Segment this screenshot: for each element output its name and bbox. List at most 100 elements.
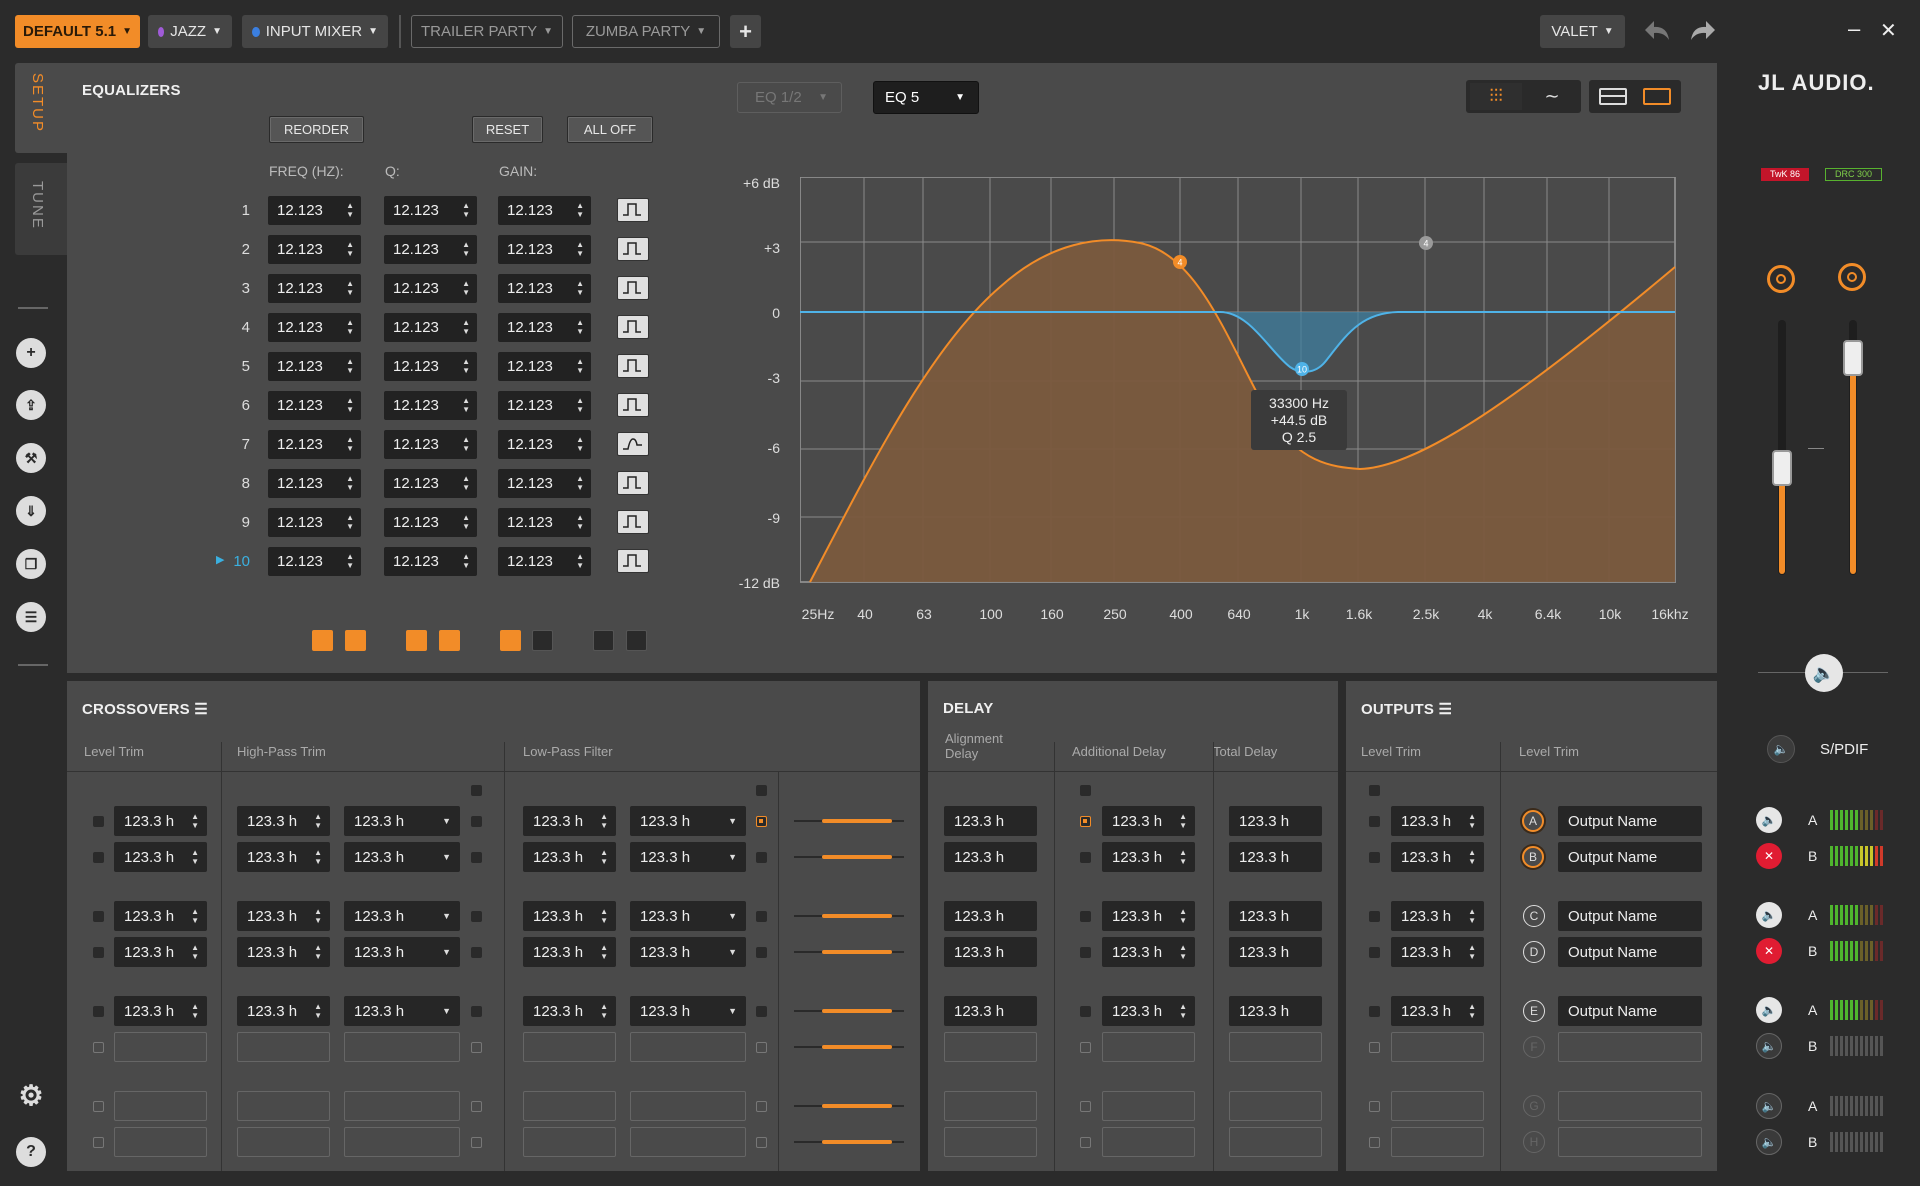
hp-trim-input[interactable]: 123.3 h ▲ ▼ (237, 901, 330, 931)
stepper-arrows-icon[interactable]: ▲ ▼ (576, 201, 584, 219)
level-trim-checkbox[interactable] (93, 911, 104, 922)
stepper-arrows-icon[interactable]: ▲ ▼ (1468, 1002, 1476, 1020)
channel-badge-d[interactable]: D (1523, 941, 1545, 963)
stepper-arrows-icon[interactable]: ▲ ▼ (1468, 943, 1476, 961)
hp-checkbox[interactable] (471, 1006, 482, 1017)
eq-gain-input[interactable]: 12.123 ▲ ▼ (498, 274, 591, 303)
alignment-delay-input[interactable]: 123.3 h (944, 842, 1037, 872)
total-delay-input[interactable]: 123.3 h (1229, 901, 1322, 931)
stepper-arrows-icon[interactable]: ▲ ▼ (576, 513, 584, 531)
filter-shape-button[interactable] (617, 237, 649, 261)
eq-gain-input[interactable]: 12.123 ▲ ▼ (498, 430, 591, 459)
hp-slope-dropdown[interactable]: 123.3 h ▼ (344, 806, 460, 836)
sliders-view-icon[interactable]: ⫶⫶⫶ (1470, 83, 1522, 110)
stepper-arrows-icon[interactable]: ▲ ▼ (314, 907, 322, 925)
additional-delay-empty[interactable] (1102, 1127, 1195, 1157)
level-trim-empty[interactable] (114, 1127, 207, 1157)
redo-icon[interactable] (1688, 18, 1718, 44)
hp-checkbox[interactable] (471, 911, 482, 922)
hp-slope-dropdown[interactable]: 123.3 h ▼ (344, 842, 460, 872)
hp-checkbox[interactable] (471, 1137, 482, 1148)
lp-slope-empty[interactable] (630, 1091, 746, 1121)
output-header-checkbox[interactable] (1369, 785, 1380, 796)
speaker-icon[interactable]: 🔈 (1756, 902, 1782, 928)
lp-checkbox[interactable] (756, 947, 767, 958)
level-trim-checkbox[interactable] (93, 1101, 104, 1112)
additional-delay-checkbox[interactable] (1080, 1042, 1091, 1053)
additional-delay-input[interactable]: 123.3 h ▲ ▼ (1102, 806, 1195, 836)
output-name-input[interactable]: Output Name (1558, 937, 1702, 967)
stepper-arrows-icon[interactable]: ▲ ▼ (462, 357, 470, 375)
level-trim-input[interactable]: 123.3 h ▲ ▼ (114, 937, 207, 967)
channel-badge-f[interactable]: F (1523, 1036, 1545, 1058)
crossover-slope-slider[interactable] (794, 1099, 904, 1113)
output-checkbox[interactable] (1369, 852, 1380, 863)
filter-shape-button[interactable] (617, 471, 649, 495)
sub-knob-icon[interactable] (1838, 263, 1866, 291)
level-trim-checkbox[interactable] (93, 947, 104, 958)
stepper-arrows-icon[interactable]: ▲ ▼ (346, 279, 354, 297)
lp-checkbox[interactable] (756, 1101, 767, 1112)
stepper-arrows-icon[interactable]: ▲ ▼ (346, 513, 354, 531)
stepper-arrows-icon[interactable]: ▲ ▼ (462, 513, 470, 531)
eq-freq-input[interactable]: 12.123 ▲ ▼ (268, 508, 361, 537)
help-icon[interactable]: ? (16, 1137, 46, 1167)
stepper-arrows-icon[interactable]: ▲ ▼ (600, 812, 608, 830)
spdif-speaker-icon[interactable]: 🔈 (1767, 735, 1795, 763)
output-name-empty[interactable] (1558, 1032, 1702, 1062)
additional-delay-checkbox[interactable] (1080, 852, 1091, 863)
lp-checkbox[interactable] (756, 816, 767, 827)
eq-q-input[interactable]: 12.123 ▲ ▼ (384, 274, 477, 303)
reset-button[interactable]: RESET (472, 116, 543, 143)
filter-shape-button[interactable] (617, 432, 649, 456)
genre-dropdown[interactable]: JAZZ ▼ (148, 15, 232, 48)
speaker-icon[interactable]: 🔈 (1756, 807, 1782, 833)
lp-freq-input[interactable]: 123.3 h ▲ ▼ (523, 842, 616, 872)
lp-checkbox[interactable] (756, 1006, 767, 1017)
eq-gain-input[interactable]: 12.123 ▲ ▼ (498, 313, 591, 342)
eq-bank-toggle[interactable] (500, 630, 521, 651)
main-volume-thumb[interactable] (1772, 450, 1792, 486)
stepper-arrows-icon[interactable]: ▲ ▼ (1468, 907, 1476, 925)
wrench-icon[interactable]: ⚒ (16, 443, 46, 473)
single-layout-icon[interactable] (1643, 88, 1671, 105)
filter-shape-button[interactable] (617, 354, 649, 378)
total-delay-empty[interactable] (1229, 1091, 1322, 1121)
filter-shape-button[interactable] (617, 549, 649, 573)
eq-q-input[interactable]: 12.123 ▲ ▼ (384, 313, 477, 342)
additional-delay-input[interactable]: 123.3 h ▲ ▼ (1102, 842, 1195, 872)
hp-trim-empty[interactable] (237, 1127, 330, 1157)
additional-delay-input[interactable]: 123.3 h ▲ ▼ (1102, 901, 1195, 931)
additional-delay-empty[interactable] (1102, 1091, 1195, 1121)
lp-slope-dropdown[interactable]: 123.3 h ▼ (630, 901, 746, 931)
eq-gain-input[interactable]: 12.123 ▲ ▼ (498, 352, 591, 381)
eq-freq-input[interactable]: 12.123 ▲ ▼ (268, 391, 361, 420)
stepper-arrows-icon[interactable]: ▲ ▼ (191, 907, 199, 925)
stepper-arrows-icon[interactable]: ▲ ▼ (191, 1002, 199, 1020)
stepper-arrows-icon[interactable]: ▲ ▼ (314, 812, 322, 830)
channel-badge-c[interactable]: C (1523, 905, 1545, 927)
stepper-arrows-icon[interactable]: ▲ ▼ (346, 435, 354, 453)
eq-gain-input[interactable]: 12.123 ▲ ▼ (498, 508, 591, 537)
hp-trim-empty[interactable] (237, 1091, 330, 1121)
tab-tune[interactable]: TUNE (15, 163, 67, 255)
level-trim-input[interactable]: 123.3 h ▲ ▼ (114, 901, 207, 931)
level-trim-input[interactable]: 123.3 h ▲ ▼ (114, 996, 207, 1026)
channel-badge-g[interactable]: G (1523, 1095, 1545, 1117)
crossover-slope-slider[interactable] (794, 909, 904, 923)
eq-bank-toggle[interactable] (439, 630, 460, 651)
output-checkbox[interactable] (1369, 1042, 1380, 1053)
stepper-arrows-icon[interactable]: ▲ ▼ (462, 318, 470, 336)
hp-slope-empty[interactable] (344, 1127, 460, 1157)
eq-bank-toggle[interactable] (406, 630, 427, 651)
sub-volume-thumb[interactable] (1843, 340, 1863, 376)
alignment-delay-empty[interactable] (944, 1032, 1037, 1062)
stepper-arrows-icon[interactable]: ▲ ▼ (1179, 943, 1187, 961)
eq-freq-input[interactable]: 12.123 ▲ ▼ (268, 352, 361, 381)
menu-icon[interactable]: ☰ (194, 701, 208, 718)
additional-delay-checkbox[interactable] (1080, 1137, 1091, 1148)
add-preset-button[interactable]: + (730, 15, 761, 48)
additional-delay-input[interactable]: 123.3 h ▲ ▼ (1102, 937, 1195, 967)
filter-shape-button[interactable] (617, 510, 649, 534)
stepper-arrows-icon[interactable]: ▲ ▼ (314, 943, 322, 961)
